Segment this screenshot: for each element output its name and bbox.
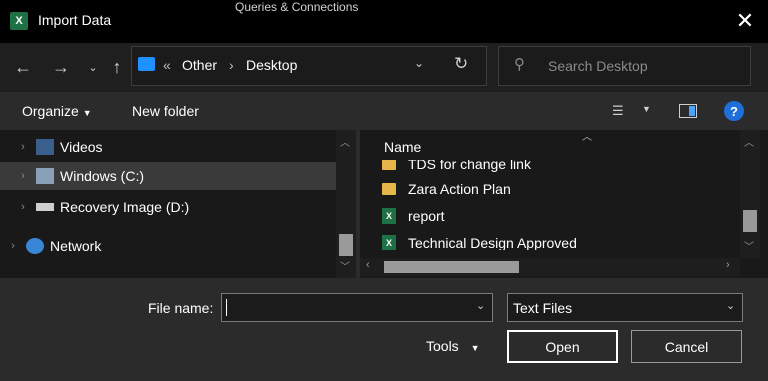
- nav-item-videos[interactable]: › Videos: [0, 133, 352, 161]
- file-name-field[interactable]: ⌄: [221, 293, 493, 322]
- command-bar: [0, 92, 768, 130]
- videos-icon: [36, 139, 54, 155]
- search-input[interactable]: Search Desktop: [548, 58, 648, 74]
- recent-locations-button[interactable]: ⌄: [82, 56, 104, 78]
- file-name-label: File name:: [148, 300, 214, 316]
- forward-button[interactable]: →: [50, 56, 72, 78]
- close-icon: ✕: [735, 8, 755, 33]
- file-name: report: [408, 208, 445, 224]
- drive-icon: [36, 203, 54, 211]
- text-caret: [226, 299, 227, 316]
- nav-item-label: Videos: [60, 139, 103, 155]
- caret-down-icon: ▼: [642, 104, 651, 114]
- organize-button[interactable]: Organize ▼: [22, 103, 92, 119]
- chevron-down-icon: ⌄: [726, 300, 736, 312]
- excel-file-icon: X: [382, 235, 396, 250]
- background-window-text: Queries & Connections: [235, 0, 359, 14]
- arrow-right-icon: →: [52, 56, 70, 77]
- scroll-right-icon[interactable]: ›: [726, 259, 730, 271]
- back-button[interactable]: ←: [12, 56, 34, 78]
- nav-item-windows-c[interactable]: › Windows (C:): [0, 162, 352, 190]
- list-item[interactable]: TDS for change link: [382, 160, 531, 177]
- scroll-down-icon[interactable]: ﹀: [340, 258, 350, 273]
- new-folder-button[interactable]: New folder: [132, 103, 199, 119]
- excel-file-icon: X: [382, 208, 396, 224]
- organize-label: Organize: [22, 103, 79, 119]
- nav-item-recovery-d[interactable]: › Recovery Image (D:): [0, 193, 352, 221]
- search-icon: ⚲: [514, 56, 525, 73]
- arrow-left-icon: ←: [14, 56, 32, 77]
- help-button[interactable]: ?: [724, 101, 744, 121]
- scrollbar-thumb[interactable]: [743, 210, 757, 232]
- chevron-right-icon: ›: [21, 141, 25, 153]
- scroll-up-icon[interactable]: ︿: [340, 134, 350, 149]
- network-icon: [26, 238, 44, 254]
- sort-ascending-icon: ︿: [582, 132, 592, 143]
- excel-app-icon: X: [10, 12, 28, 30]
- column-header-name[interactable]: Name: [384, 139, 421, 155]
- open-button[interactable]: Open: [507, 330, 618, 363]
- breadcrumb-other[interactable]: Other: [182, 57, 217, 73]
- arrow-up-icon: ↑: [112, 56, 122, 77]
- nav-item-label: Windows (C:): [60, 168, 145, 184]
- scrollbar-thumb[interactable]: [384, 261, 519, 273]
- file-list-vertical-scrollbar[interactable]: ︿ ﹀: [740, 130, 760, 258]
- file-type-select[interactable]: Text Files ⌄: [507, 293, 743, 322]
- scroll-left-icon[interactable]: ‹: [366, 259, 370, 271]
- breadcrumb-separator-icon: ›: [229, 57, 234, 73]
- caret-down-icon: ▼: [470, 343, 480, 353]
- nav-pane-scrollbar[interactable]: ︿ ﹀: [336, 130, 356, 278]
- file-type-value: Text Files: [513, 300, 573, 316]
- tools-button[interactable]: Tools ▼: [426, 338, 480, 354]
- drive-icon: [36, 168, 54, 184]
- desktop-folder-icon: [138, 57, 155, 71]
- chevron-right-icon: ›: [21, 170, 25, 182]
- scroll-up-icon[interactable]: ︿: [744, 134, 754, 149]
- file-name: Technical Design Approved: [408, 235, 577, 250]
- nav-item-label: Recovery Image (D:): [60, 199, 190, 215]
- chevron-right-icon: ›: [11, 240, 15, 252]
- preview-pane-icon: [689, 106, 695, 116]
- cancel-button[interactable]: Cancel: [631, 330, 742, 363]
- chevron-right-icon: ›: [21, 201, 25, 213]
- scrollbar-thumb[interactable]: [339, 234, 353, 256]
- file-name: TDS for change link: [408, 160, 531, 172]
- list-item[interactable]: Zara Action Plan: [382, 176, 511, 202]
- list-item[interactable]: X Technical Design Approved: [382, 230, 577, 250]
- nav-item-label: Network: [50, 238, 102, 254]
- chevron-down-icon[interactable]: ⌄: [476, 299, 485, 312]
- breadcrumb-desktop[interactable]: Desktop: [246, 57, 297, 73]
- dialog-title: Import Data: [38, 12, 112, 28]
- folder-icon: [382, 183, 396, 195]
- folder-icon: [382, 160, 396, 170]
- file-name: Zara Action Plan: [408, 181, 511, 197]
- view-dropdown-button[interactable]: ▼: [642, 104, 651, 114]
- list-view-icon: ☰: [612, 103, 624, 118]
- close-button[interactable]: ✕: [732, 8, 758, 34]
- preview-pane-button[interactable]: [679, 104, 697, 118]
- view-options-button[interactable]: ☰: [612, 103, 628, 118]
- chevron-down-icon: ⌄: [414, 56, 425, 70]
- up-button[interactable]: ↑: [106, 56, 128, 78]
- tools-label: Tools: [426, 338, 459, 354]
- file-list: TDS for change link Zara Action Plan X r…: [360, 160, 740, 250]
- refresh-button[interactable]: ↻: [454, 54, 468, 74]
- caret-down-icon: ▼: [82, 108, 92, 118]
- address-dropdown-button[interactable]: ⌄: [414, 56, 424, 70]
- file-list-horizontal-scrollbar[interactable]: ‹ ›: [360, 258, 740, 276]
- nav-item-network[interactable]: › Network: [0, 232, 342, 260]
- chevron-down-icon: ⌄: [88, 61, 98, 74]
- list-item[interactable]: X report: [382, 203, 445, 229]
- scroll-down-icon[interactable]: ﹀: [744, 238, 754, 253]
- refresh-icon: ↻: [454, 54, 469, 73]
- breadcrumb-overflow[interactable]: «: [163, 57, 171, 73]
- title-bar: [0, 0, 768, 43]
